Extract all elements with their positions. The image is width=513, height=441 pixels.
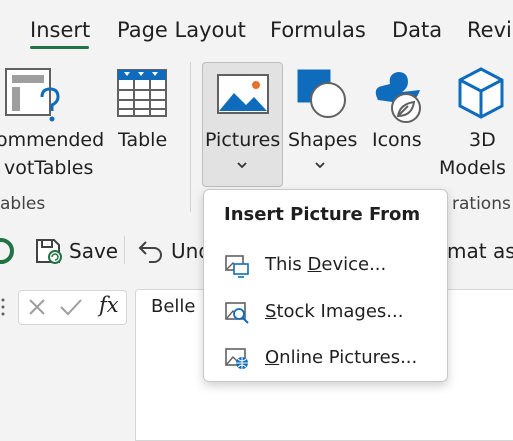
cancel-icon[interactable]: [27, 297, 47, 317]
insert-picture-menu: Insert Picture From This Device... Stock…: [203, 189, 448, 382]
picture-icon: [217, 74, 269, 114]
menu-item-online-pictures[interactable]: Online Pictures...: [214, 339, 436, 379]
recommended-label-line2: votTables: [4, 157, 94, 179]
format-as-table-label[interactable]: mat as T: [447, 238, 513, 264]
qat-divider: [124, 236, 125, 264]
stock-images-icon: [225, 302, 249, 324]
menu-item-stock-images[interactable]: Stock Images...: [214, 293, 436, 333]
shapes-label: Shapes: [288, 129, 358, 151]
ribbon-group-divider: [190, 62, 191, 212]
tab-review[interactable]: Revie: [467, 16, 513, 44]
chevron-down-icon: [315, 162, 325, 169]
3d-cube-icon: [458, 67, 504, 119]
3d-models-label-line1: 3D: [469, 129, 496, 151]
icons-label: Icons: [372, 129, 422, 151]
chevron-down-icon: [237, 162, 247, 169]
group-label-tables: ables: [0, 194, 46, 214]
table-label: Table: [118, 129, 168, 151]
device-picture-icon: [225, 255, 249, 278]
recommended-pivottable-icon: [5, 68, 60, 122]
recommended-label-line1: ommended: [0, 129, 105, 151]
tab-insert[interactable]: Insert: [30, 16, 90, 44]
formula-cell-text: Belle: [151, 296, 196, 317]
table-icon: [117, 69, 167, 117]
3d-models-label-line2: Models: [439, 157, 506, 179]
menu-title: Insert Picture From: [224, 204, 421, 225]
tab-data[interactable]: Data: [392, 16, 442, 44]
undo-icon: [138, 241, 162, 263]
active-tab-indicator: [30, 46, 89, 49]
pictures-label: Pictures: [205, 129, 281, 151]
save-icon: [36, 239, 62, 264]
menu-item-this-device[interactable]: This Device...: [214, 246, 436, 286]
name-box-grip-icon: [1, 298, 5, 316]
ribbon-tab-bar: Insert Page Layout Formulas Data Revie: [0, 0, 513, 52]
stock-images-label: Stock Images...: [265, 301, 404, 322]
pictures-button[interactable]: Pictures: [202, 62, 283, 187]
online-pictures-icon: [225, 348, 248, 369]
group-label-illustrations: rations: [452, 194, 511, 214]
icons-icon: [375, 72, 421, 123]
tab-formulas[interactable]: Formulas: [270, 16, 366, 44]
online-pictures-label: Online Pictures...: [265, 347, 418, 368]
tab-page-layout[interactable]: Page Layout: [117, 16, 246, 44]
this-device-label: This Device...: [265, 254, 387, 275]
save-label: Save: [69, 239, 119, 263]
formula-controls: fx: [18, 290, 127, 325]
shapes-icon: [297, 69, 346, 118]
enter-check-icon[interactable]: [59, 297, 83, 317]
insert-function-icon[interactable]: fx: [99, 293, 119, 317]
autosave-toggle-icon[interactable]: [0, 236, 16, 266]
